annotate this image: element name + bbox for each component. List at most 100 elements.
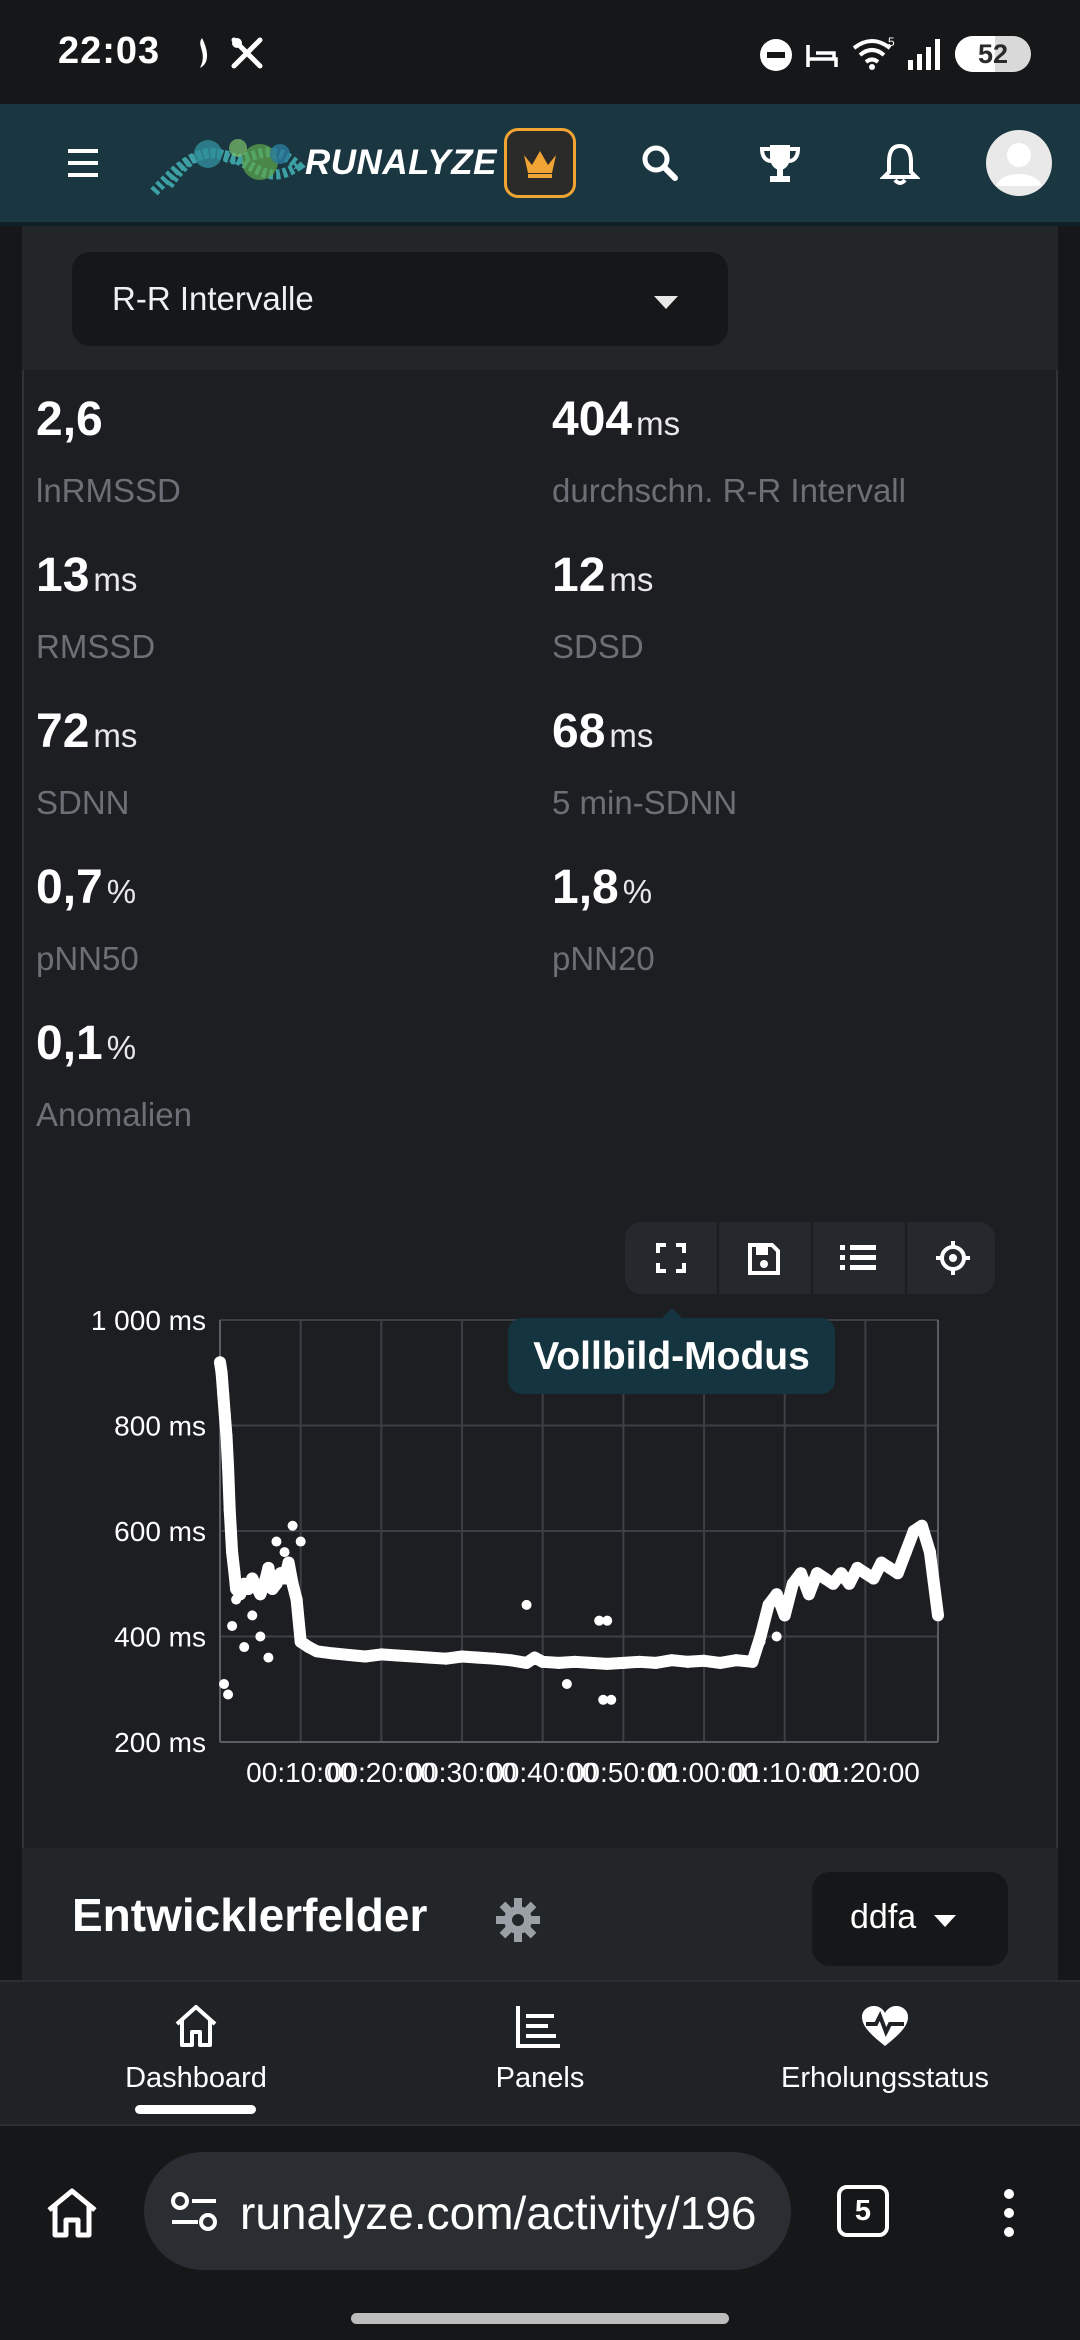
data-point: [843, 1577, 856, 1590]
data-point: [375, 1648, 388, 1661]
data-point: [585, 1656, 598, 1669]
metric-label: RMSSD: [36, 628, 156, 665]
metric-value: 1,8%: [552, 861, 653, 914]
data-point: [698, 1654, 711, 1667]
trophy-icon[interactable]: [758, 142, 802, 184]
y-tick-label: 1 000 ms: [91, 1305, 206, 1336]
svg-text:5: 5: [888, 35, 895, 49]
data-point: [746, 1655, 759, 1668]
outlier-point: [755, 1636, 766, 1647]
y-tick-label: 800 ms: [114, 1411, 206, 1442]
flame-icon: [200, 38, 208, 68]
site-settings-icon[interactable]: [170, 2190, 218, 2234]
data-point: [786, 1577, 799, 1590]
series-trace: [214, 1361, 944, 1670]
metric-label: lnRMSSD: [36, 472, 181, 509]
data-point: [504, 1654, 517, 1667]
avatar[interactable]: [986, 130, 1052, 196]
heart-pulse-icon[interactable]: [860, 2004, 910, 2048]
metric-value: 68 ms: [552, 705, 654, 758]
data-point: [359, 1650, 372, 1663]
data-point: [665, 1654, 678, 1667]
tools-icon: [231, 37, 263, 69]
data-point: [407, 1650, 420, 1663]
data-point: [762, 1598, 775, 1611]
caret-down-icon[interactable]: [934, 1915, 956, 1927]
status-time: 22:03: [58, 30, 161, 72]
data-point: [827, 1577, 840, 1590]
developer-fields-select-value[interactable]: ddfa: [850, 1898, 916, 1937]
premium-button[interactable]: [504, 128, 576, 198]
crosshair-button[interactable]: [907, 1222, 999, 1294]
tab-switcher-button[interactable]: 5: [837, 2185, 889, 2237]
data-point: [617, 1656, 630, 1669]
gesture-bar[interactable]: [351, 2313, 729, 2324]
search-icon[interactable]: [640, 143, 680, 183]
data-point: [282, 1556, 295, 1569]
data-point: [290, 1593, 303, 1606]
data-point: [456, 1650, 469, 1663]
data-point: [488, 1652, 501, 1665]
data-point: [778, 1609, 791, 1622]
list-button[interactable]: [813, 1222, 905, 1294]
nav-item-dashboard[interactable]: Dashboard: [96, 2062, 296, 2095]
data-point: [217, 1387, 230, 1400]
outlier-point: [606, 1694, 617, 1705]
runalyze-logo-icon[interactable]: [148, 126, 306, 196]
outlier-point: [287, 1520, 298, 1531]
data-point: [223, 1503, 236, 1516]
browser-home-icon[interactable]: [44, 2186, 100, 2240]
data-point: [835, 1567, 848, 1580]
data-point: [770, 1588, 783, 1601]
y-tick-label: 400 ms: [114, 1622, 206, 1653]
data-point: [214, 1356, 226, 1369]
save-icon: [748, 1243, 780, 1275]
save-button[interactable]: [719, 1222, 811, 1294]
panels-chart-icon[interactable]: [514, 2002, 564, 2050]
nav-item-panels[interactable]: Panels: [440, 2062, 640, 2095]
chart-tooltip-text: Vollbild-Modus: [533, 1335, 810, 1378]
data-point: [343, 1648, 356, 1661]
menu-icon[interactable]: [60, 146, 108, 180]
outlier-point: [271, 1536, 282, 1547]
wifi-icon: 5: [852, 35, 895, 70]
outlier-point: [521, 1599, 532, 1610]
data-point: [222, 1461, 235, 1474]
data-point: [262, 1561, 275, 1574]
metric-value: 0,1%: [36, 1017, 137, 1070]
fullscreen-button[interactable]: [625, 1222, 717, 1294]
data-point: [536, 1655, 549, 1668]
data-point: [228, 1567, 241, 1580]
nav-item-recovery[interactable]: Erholungsstatus: [735, 2062, 1035, 2095]
list-icon: [840, 1245, 876, 1270]
outlier-point: [219, 1678, 230, 1689]
data-point: [730, 1654, 743, 1667]
metric-label: pNN50: [36, 940, 139, 977]
metric-value: 13 ms: [36, 549, 138, 602]
more-options-icon[interactable]: [996, 2186, 1022, 2240]
x-tick-label: 01:20:00: [811, 1757, 920, 1788]
data-point: [923, 1546, 936, 1559]
data-point: [794, 1567, 807, 1580]
metric-value: 72 ms: [36, 705, 138, 758]
do-not-disturb-icon: [760, 39, 792, 71]
data-point: [867, 1572, 880, 1585]
data-point: [601, 1657, 614, 1670]
developer-fields-title: Entwicklerfelder: [72, 1889, 428, 1941]
sleep-icon: [806, 45, 838, 67]
gear-icon[interactable]: [494, 1896, 542, 1944]
home-icon[interactable]: [172, 2002, 220, 2050]
data-type-select-value[interactable]: R-R Intervalle: [112, 280, 314, 318]
data-point: [681, 1655, 694, 1668]
outlier-point: [247, 1610, 258, 1621]
data-point: [423, 1651, 436, 1664]
outlier-point: [255, 1631, 266, 1642]
data-point: [220, 1430, 233, 1443]
outlier-point: [239, 1642, 250, 1653]
bell-icon[interactable]: [880, 142, 920, 186]
outlier-point: [279, 1547, 290, 1558]
url-text[interactable]: runalyze.com/activity/196: [240, 2186, 770, 2240]
brand-name[interactable]: RUNALYZE: [305, 143, 497, 183]
crosshair-icon: [936, 1241, 970, 1275]
caret-down-icon[interactable]: [654, 296, 678, 309]
